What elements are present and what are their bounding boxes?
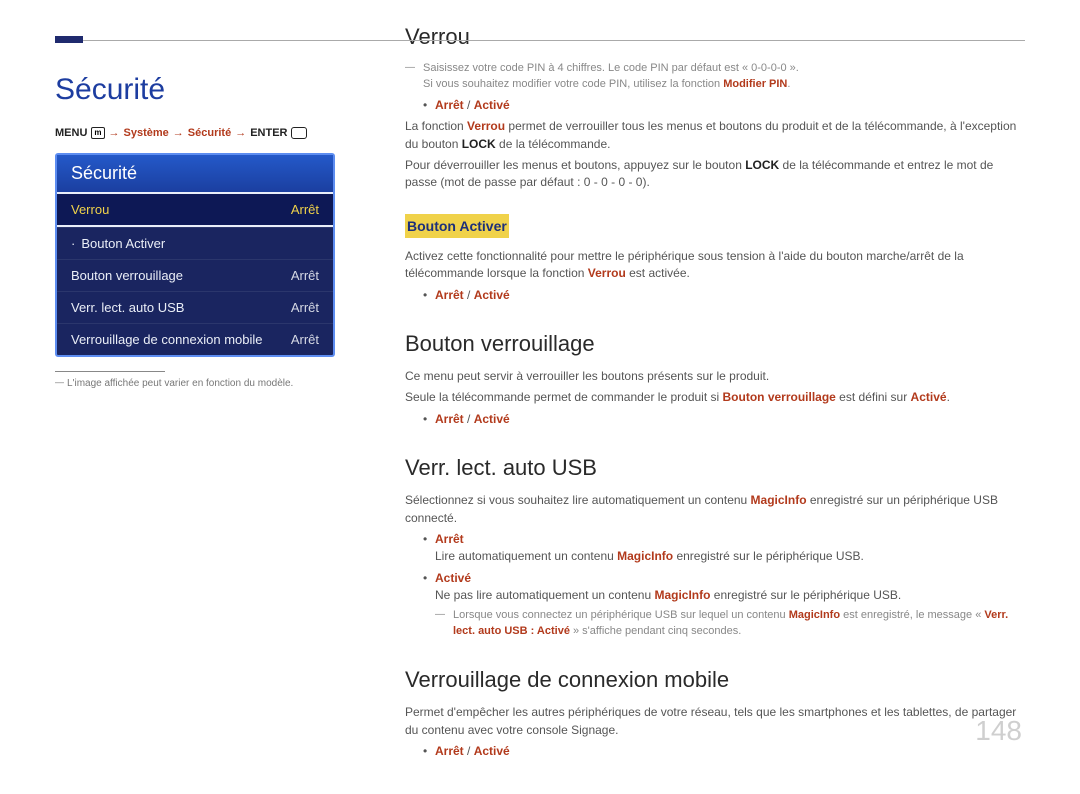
footnote-rule [55, 371, 165, 372]
chevron-right-icon: → [173, 127, 184, 139]
note-usb: Lorsque vous connectez un périphérique U… [435, 608, 1025, 640]
menu-row-value: Arrêt [291, 202, 319, 217]
menu-row-label: Bouton verrouillage [71, 268, 183, 283]
sublabel-bouton-activer: Bouton Activer [405, 214, 509, 238]
top-accent [55, 36, 83, 43]
left-column: Sécurité MENU m → Système → Sécurité → E… [55, 73, 335, 764]
options-verrou: Arrêt / Activé [405, 97, 1025, 114]
option-item: Arrêt / Activé [423, 411, 1025, 428]
chevron-right-icon: → [109, 127, 120, 139]
options-bouton-verrouillage: Arrêt / Activé [405, 411, 1025, 428]
breadcrumb-p2: Sécurité [188, 127, 231, 139]
option-item: Arrêt / Activé [423, 743, 1025, 760]
breadcrumb: MENU m → Système → Sécurité → ENTER [55, 127, 335, 139]
enter-icon [291, 127, 307, 139]
paragraph: Sélectionnez si vous souhaitez lire auto… [405, 492, 1025, 527]
menu-row-label: Verr. lect. auto USB [71, 300, 184, 315]
footnote: L'image affichée peut varier en fonction… [55, 378, 335, 389]
option-item: Arrêt / Activé [423, 287, 1025, 304]
paragraph: La fonction Verrou permet de verrouiller… [405, 118, 1025, 153]
menu-row-label: Verrouillage de connexion mobile [71, 332, 263, 347]
heading-bouton-verrouillage: Bouton verrouillage [405, 328, 1025, 360]
paragraph: Activez cette fonctionnalité pour mettre… [405, 248, 1025, 283]
menu-row-label: Bouton Activer [81, 236, 165, 251]
bullet-icon: · [71, 236, 75, 251]
page: Sécurité MENU m → Système → Sécurité → E… [0, 0, 1080, 794]
heading-verrouillage-connexion-mobile: Verrouillage de connexion mobile [405, 664, 1025, 696]
breadcrumb-menu: MENU [55, 127, 87, 139]
right-column: Verrou Saisissez votre code PIN à 4 chif… [405, 73, 1025, 764]
menu-row-verr-lect-auto-usb[interactable]: Verr. lect. auto USB Arrêt [57, 291, 333, 323]
option-arret: Arrêt Lire automatiquement un contenu Ma… [423, 531, 1025, 566]
breadcrumb-p1: Système [124, 127, 169, 139]
menu-row-label: Verrou [71, 202, 109, 217]
menu-row-verrou[interactable]: Verrou Arrêt [57, 192, 333, 227]
options-usb: Arrêt Lire automatiquement un contenu Ma… [405, 531, 1025, 640]
menu-icon: m [91, 127, 104, 139]
menu-panel: Sécurité Verrou Arrêt · Bouton Activer Bo… [55, 153, 335, 357]
top-rule [55, 40, 1025, 41]
options-mobile: Arrêt / Activé [405, 743, 1025, 760]
paragraph: Ce menu peut servir à verrouiller les bo… [405, 368, 1025, 385]
menu-row-value: Arrêt [291, 300, 319, 315]
note-pin: Saisissez votre code PIN à 4 chiffres. L… [405, 61, 1025, 93]
paragraph: Pour déverrouiller les menus et boutons,… [405, 157, 1025, 192]
paragraph: Seule la télécommande permet de commande… [405, 389, 1025, 406]
section-title: Sécurité [55, 73, 335, 107]
options-bouton-activer: Arrêt / Activé [405, 287, 1025, 304]
option-item: Arrêt / Activé [423, 97, 1025, 114]
option-active: Activé Ne pas lire automatiquement un co… [423, 570, 1025, 641]
chevron-right-icon: → [235, 127, 246, 139]
paragraph: Permet d'empêcher les autres périphériqu… [405, 704, 1025, 739]
page-number: 148 [975, 715, 1022, 747]
menu-row-value: Arrêt [291, 268, 319, 283]
breadcrumb-enter: ENTER [250, 127, 287, 139]
menu-row-value: Arrêt [291, 332, 319, 347]
menu-row-verrouillage-connexion-mobile[interactable]: Verrouillage de connexion mobile Arrêt [57, 323, 333, 355]
menu-panel-title: Sécurité [57, 155, 333, 192]
heading-verr-lect-auto-usb: Verr. lect. auto USB [405, 452, 1025, 484]
menu-row-bouton-activer[interactable]: · Bouton Activer [57, 227, 333, 259]
two-column-layout: Sécurité MENU m → Système → Sécurité → E… [55, 73, 1025, 764]
heading-verrou: Verrou [405, 21, 1025, 53]
menu-row-bouton-verrouillage[interactable]: Bouton verrouillage Arrêt [57, 259, 333, 291]
